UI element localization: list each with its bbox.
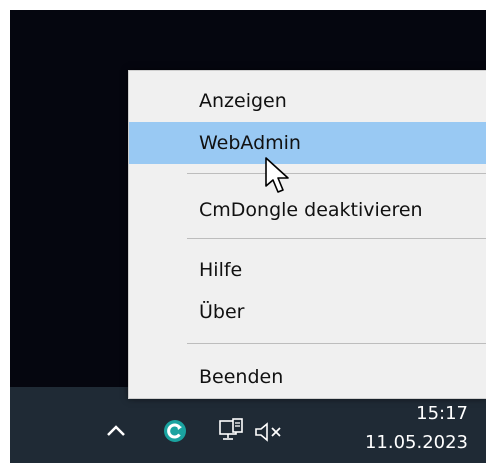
menu-item-cmdongle-deaktivieren[interactable]: CmDongle deaktivieren (129, 189, 486, 231)
menu-item-label: Beenden (199, 366, 284, 388)
menu-item-label: CmDongle deaktivieren (199, 199, 423, 221)
menu-item-label: WebAdmin (199, 132, 301, 154)
menu-separator (187, 173, 486, 174)
context-menu: Anzeigen WebAdmin CmDongle deaktivieren … (128, 70, 486, 399)
volume-muted-icon[interactable] (254, 421, 284, 443)
menu-separator (187, 343, 486, 344)
menu-item-webadmin[interactable]: WebAdmin (129, 122, 486, 164)
menu-separator (187, 238, 486, 239)
chevron-up-icon[interactable] (105, 422, 127, 438)
menu-item-label: Anzeigen (199, 90, 287, 112)
menu-item-label: Hilfe (199, 259, 243, 281)
network-icon[interactable] (218, 417, 246, 445)
mouse-pointer-icon (265, 157, 289, 193)
menu-item-label: Über (199, 301, 245, 323)
menu-item-ueber[interactable]: Über (129, 291, 486, 333)
clock-date[interactable]: 11.05.2023 (340, 432, 468, 453)
clock-time[interactable]: 15:17 (380, 403, 468, 424)
menu-item-beenden[interactable]: Beenden (129, 356, 486, 398)
menu-item-anzeigen[interactable]: Anzeigen (129, 80, 486, 122)
codemeter-icon[interactable] (163, 419, 187, 443)
menu-item-hilfe[interactable]: Hilfe (129, 249, 486, 291)
bottom-border (0, 463, 486, 474)
